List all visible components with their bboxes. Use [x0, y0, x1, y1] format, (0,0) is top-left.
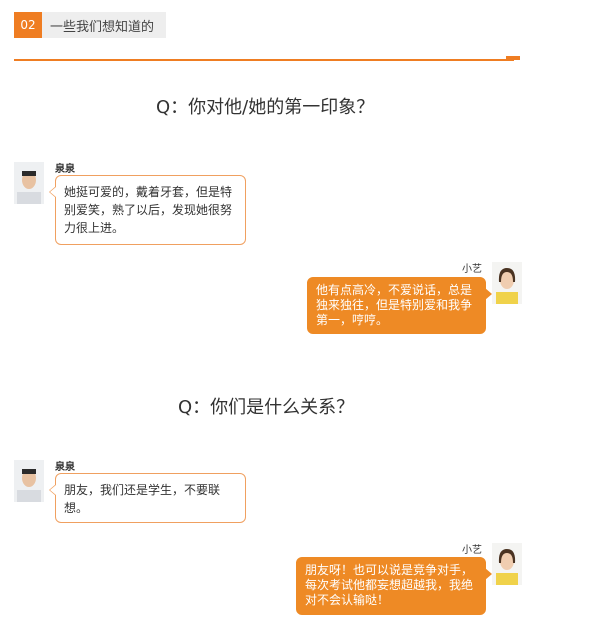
avatar-boy — [14, 460, 44, 502]
avatar-girl — [492, 543, 522, 585]
avatar-girl — [492, 262, 522, 304]
bubble-line: 别爱笑，熟了以后，发现她很努 — [64, 203, 233, 217]
section-number: 02 — [14, 12, 42, 38]
avatar-boy — [14, 162, 44, 204]
speaker-name-right: 小艺 — [462, 264, 482, 275]
bubble-line: 第一，哼哼。 — [316, 313, 389, 327]
section-divider — [14, 59, 514, 61]
section-header: 02 一些我们想知道的 — [14, 12, 166, 38]
speaker-name-left: 泉泉 — [55, 462, 75, 473]
bubble-line: 每次考试他都妄想超越我，我绝 — [305, 578, 474, 592]
question-title: Q：你们是什么关系？ — [178, 397, 355, 418]
question-title: Q：你对他/她的第一印象？ — [156, 97, 375, 118]
bubble-tail — [485, 568, 492, 580]
bubble-tail — [485, 288, 492, 300]
chat-bubble-left: 她挺可爱的，戴着牙套，但是特 别爱笑，熟了以后，发现她很努 力很上进。 — [49, 175, 246, 245]
bubble-line: 她挺可爱的，戴着牙套，但是特 — [64, 185, 233, 199]
bubble-line: 力很上进。 — [64, 221, 125, 235]
speaker-name-right: 小艺 — [462, 545, 482, 556]
bubble-line: 对不会认输哒！ — [305, 593, 390, 607]
chat-bubble-right: 他有点高冷，不爱说话，总是 独来独往，但是特别爱和我争 第一，哼哼。 — [307, 277, 492, 334]
bubble-line: 独来独往，但是特别爱和我争 — [316, 298, 473, 312]
bubble-line: 他有点高冷，不爱说话，总是 — [316, 283, 473, 297]
bubble-tail — [49, 484, 56, 496]
speaker-name-left: 泉泉 — [55, 164, 75, 175]
bubble-line: 朋友，我们还是学生，不要联 — [64, 483, 221, 497]
chat-bubble-left: 朋友，我们还是学生，不要联 想。 — [49, 473, 246, 523]
bubble-line: 想。 — [64, 501, 89, 515]
section-title: 一些我们想知道的 — [50, 19, 155, 35]
bubble-line: 朋友呀！也可以说是竞争对手， — [305, 563, 474, 577]
bubble-tail — [49, 186, 56, 198]
section-divider-end — [506, 56, 520, 60]
chat-bubble-right: 朋友呀！也可以说是竞争对手， 每次考试他都妄想超越我，我绝 对不会认输哒！ — [296, 557, 492, 615]
